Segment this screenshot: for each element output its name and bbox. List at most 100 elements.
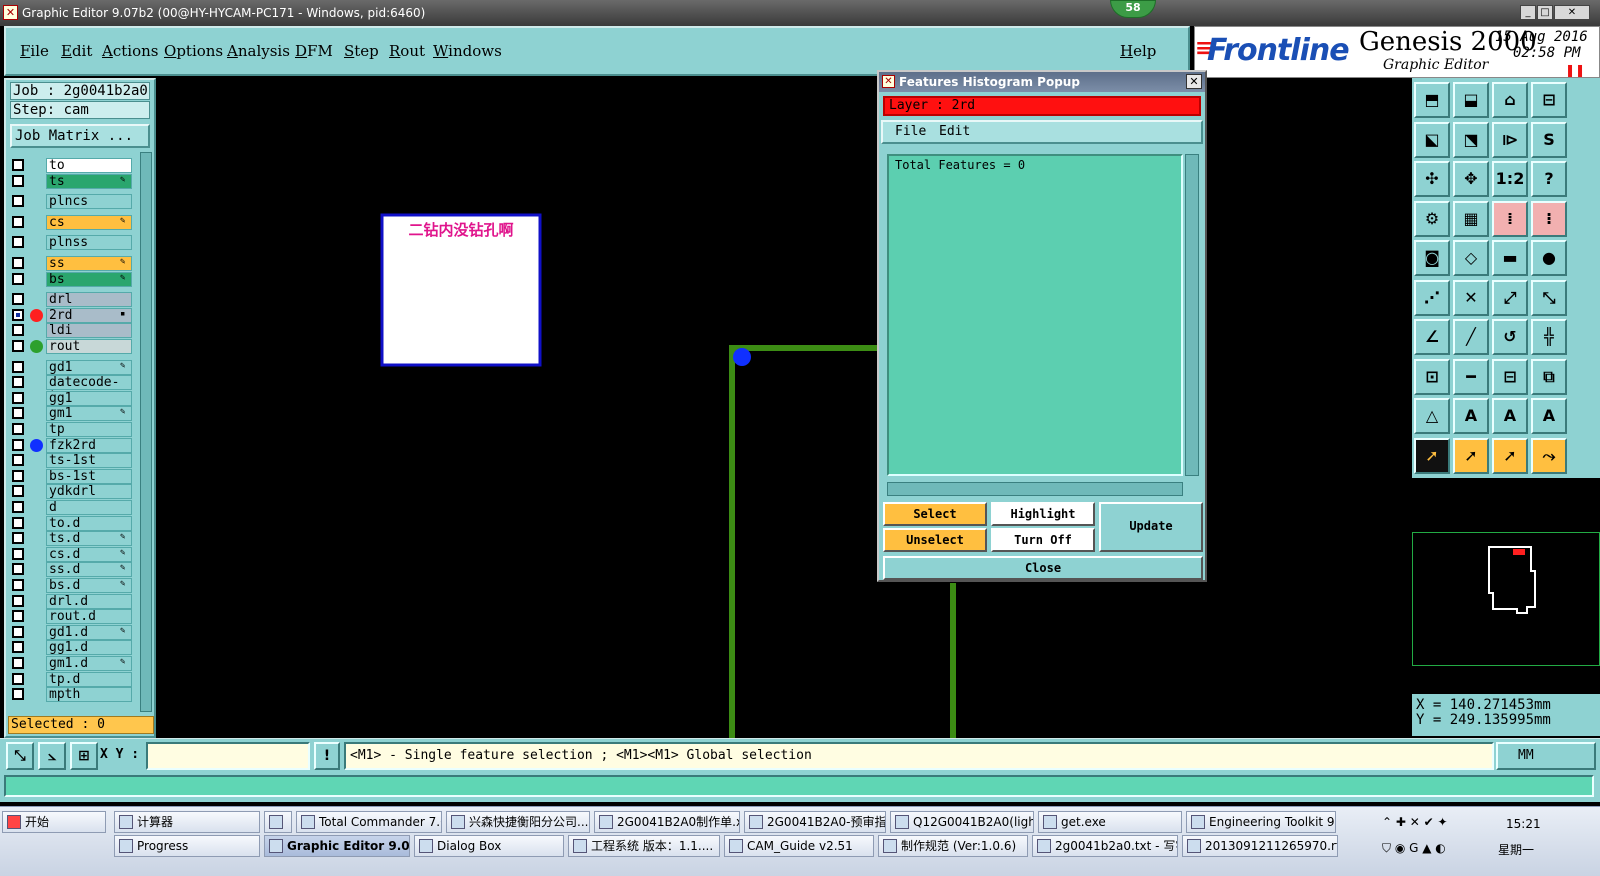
layer-name[interactable]: plncs <box>46 194 132 210</box>
layer-name[interactable]: fzk2rd <box>46 437 132 453</box>
tray-icons[interactable]: ⌃ ✚ ✕ ✔ ✦ <box>1382 815 1448 829</box>
pan-icon[interactable]: ✣ <box>1414 161 1450 197</box>
layer-checkbox[interactable] <box>12 454 24 467</box>
alert-icon[interactable]: ! <box>314 742 340 770</box>
layer-name[interactable]: gg1.d <box>46 640 132 656</box>
minimize-button[interactable]: _ <box>1520 5 1536 20</box>
layer-name[interactable]: rout <box>46 339 132 354</box>
layer-checkbox[interactable] <box>12 423 24 435</box>
layer-name[interactable]: drl <box>46 292 132 308</box>
layer-row[interactable]: rout <box>10 339 132 354</box>
add-pad-icon[interactable]: ◙ <box>1414 240 1450 276</box>
angle-icon[interactable]: ∠ <box>1414 319 1450 355</box>
add-surface-icon[interactable]: ◇ <box>1453 240 1489 276</box>
layer-row[interactable]: ts ✎ <box>10 173 132 189</box>
move-up-icon[interactable]: ⬒ <box>1414 82 1450 118</box>
layer-row[interactable]: gd1.d ✎ <box>10 624 132 640</box>
layer-name[interactable]: tp.d <box>46 671 132 687</box>
layer-checkbox[interactable] <box>12 324 24 337</box>
layer-row[interactable]: tp <box>10 422 132 437</box>
taskbar-item[interactable]: Total Commander 7.0 ... <box>296 811 442 833</box>
histogram-hscroll[interactable] <box>887 482 1183 496</box>
layer-row[interactable]: gm1 ✎ <box>10 406 132 422</box>
taskbar-item[interactable]: Q12G0041B2A0(ligh)2... <box>890 811 1034 833</box>
layer-row[interactable]: ss ✎ <box>10 256 132 271</box>
center-icon[interactable]: ✥ <box>1453 161 1489 197</box>
layer-checkbox[interactable] <box>12 293 24 306</box>
resize-icon[interactable]: ⊡ <box>1414 358 1450 395</box>
layer-row[interactable]: gd1 ✎ <box>10 359 132 375</box>
taskbar-item[interactable]: Progress <box>114 835 260 857</box>
layer-row[interactable]: ss.d ✎ <box>10 562 132 578</box>
move-down-icon[interactable]: ⬓ <box>1453 82 1489 118</box>
units-selector[interactable]: MM <box>1496 742 1596 770</box>
menu-options[interactable]: Options <box>164 42 223 60</box>
thick-line-icon[interactable]: ━ <box>1453 358 1489 395</box>
home-icon[interactable]: ⌂ <box>1492 82 1528 118</box>
layer-name[interactable]: rout.d <box>46 609 132 625</box>
arc-icon[interactable]: ⤡ <box>1531 279 1567 316</box>
menu-help[interactable]: Help <box>1120 42 1156 60</box>
layer-row[interactable]: tp.d <box>10 671 132 687</box>
layer-row[interactable]: bs ✎ <box>10 271 132 287</box>
taskbar-item[interactable]: 兴森快捷衡阳分公司... <box>446 811 590 833</box>
layer-checkbox[interactable] <box>12 641 24 654</box>
layer-checkbox[interactable] <box>12 501 24 513</box>
connect-icon[interactable]: ⋰ <box>1414 279 1450 316</box>
layer-row[interactable]: bs.d ✎ <box>10 578 132 593</box>
layer-row[interactable]: to <box>10 158 132 173</box>
layer-row[interactable]: fzk2rd <box>10 437 132 453</box>
layer-checkbox[interactable] <box>12 657 24 669</box>
dot-icon[interactable]: ● <box>1531 240 1567 276</box>
layer-checkbox[interactable] <box>12 308 24 321</box>
slash-icon[interactable]: ╱ <box>1453 319 1489 355</box>
job-matrix-button[interactable]: Job Matrix ... <box>10 124 150 148</box>
layer-row[interactable]: gm1.d ✎ <box>10 656 132 671</box>
text2-icon[interactable]: A <box>1492 398 1528 434</box>
delete-icon[interactable]: ✕ <box>1453 279 1489 316</box>
layer-row[interactable]: plnss <box>10 235 132 251</box>
text-icon[interactable]: A <box>1453 398 1489 434</box>
layer-checkbox[interactable] <box>12 438 24 451</box>
taskbar-item[interactable]: 20130912112659​70.rtf... <box>1182 835 1338 857</box>
layer-checkbox[interactable] <box>12 625 24 638</box>
zoom-window-icon[interactable]: ⤡ <box>6 742 34 770</box>
tray-icons-2[interactable]: ⛉ ◉ G ▲ ◐ <box>1382 841 1446 856</box>
layer-name[interactable]: drl.d <box>46 593 132 609</box>
layer-checkbox[interactable] <box>12 257 24 269</box>
layer-checkbox[interactable] <box>12 579 24 591</box>
layer-name[interactable]: plnss <box>46 235 132 251</box>
overview-map[interactable] <box>1412 532 1600 666</box>
highlight-button[interactable]: Highlight <box>991 502 1095 526</box>
layer-row[interactable]: to.d <box>10 515 132 531</box>
layer-row[interactable]: drl.d <box>10 593 132 609</box>
line-icon[interactable]: ⤢ <box>1492 279 1528 316</box>
layer-name[interactable]: datecode-to <box>46 375 132 404</box>
layer-checkbox[interactable] <box>12 376 24 389</box>
zoom-swap-icon[interactable]: ⧐ <box>1492 121 1528 158</box>
layer-name[interactable]: to <box>46 158 132 173</box>
layer-name[interactable]: ldi <box>46 323 132 339</box>
layer-row[interactable]: gg1.d <box>10 640 132 656</box>
xy-input[interactable] <box>146 742 310 770</box>
layer-name[interactable]: d <box>46 500 132 515</box>
layer-checkbox[interactable] <box>12 688 24 701</box>
route-icon[interactable]: ⤳ <box>1531 437 1567 474</box>
menu-analysis[interactable]: Analysis <box>227 42 290 60</box>
taskbar-item[interactable]: 2G0041B2A0-预审指... <box>744 811 886 833</box>
taskbar-item[interactable] <box>264 811 292 833</box>
grid-snap-icon[interactable]: ⊞ <box>70 742 98 770</box>
select2-icon[interactable]: ➚ <box>1492 437 1528 474</box>
layer-row[interactable]: datecode-to <box>10 375 132 404</box>
menu-step[interactable]: Step <box>344 42 379 60</box>
maximize-button[interactable]: □ <box>1537 5 1553 20</box>
close-window-button[interactable]: ✕ <box>1554 5 1590 20</box>
layer-row[interactable]: ts-1st <box>10 453 132 469</box>
graphic-canvas[interactable]: 二钻内没钻孔啊 <box>158 78 1412 738</box>
taskbar-item[interactable]: Dialog Box <box>414 835 564 857</box>
layer-row[interactable]: gg1 <box>10 390 132 406</box>
menu-actions[interactable]: Actions <box>102 42 158 60</box>
scale-icon[interactable]: 1:2 <box>1492 161 1528 197</box>
layer-row[interactable]: 2rd ▪ <box>10 307 132 323</box>
layer-checkbox[interactable] <box>12 469 24 482</box>
